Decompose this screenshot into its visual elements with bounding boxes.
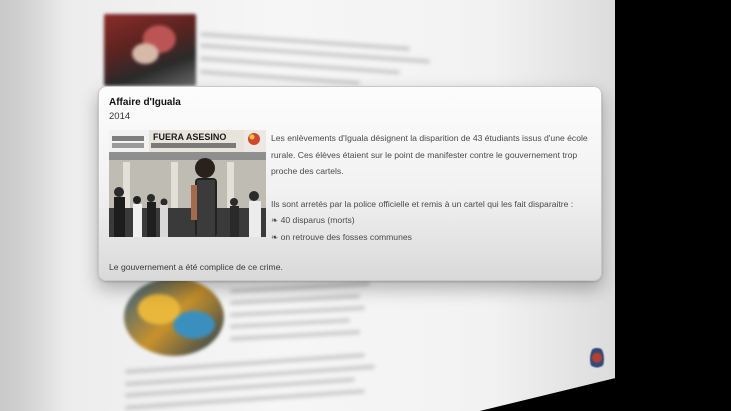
description-paragraph: Ils sont arretés par la police officiell… xyxy=(271,198,574,209)
protest-photo-graphic: FUERA ASESINO xyxy=(109,130,266,237)
scene: Affaire d'Iguala 2014 FUERA ASESINO Les … xyxy=(0,0,731,411)
card-year: 2014 xyxy=(109,111,131,122)
card-description: Les enlèvements d'Iguala désignent la di… xyxy=(271,130,589,245)
card-conclusion: Le gouvernement a été complice de ce cri… xyxy=(109,262,283,272)
bullet-item: ❧ 40 disparus (morts) xyxy=(271,215,355,225)
event-info-card: Affaire d'Iguala 2014 FUERA ASESINO Les … xyxy=(98,86,602,281)
page-edge-shadow xyxy=(0,0,60,411)
background-illustration-image xyxy=(124,278,224,356)
banner-text: FUERA ASESINO xyxy=(153,132,226,142)
bullet-item: ❧ on retrouve des fosses communes xyxy=(271,231,412,242)
protest-photo: FUERA ASESINO xyxy=(109,130,266,237)
emblem-icon xyxy=(590,346,604,372)
description-paragraph: Les enlèvements d'Iguala désignent la di… xyxy=(271,133,588,176)
background-thumbnail-image xyxy=(104,14,196,86)
card-title: Affaire d'Iguala xyxy=(109,97,181,108)
